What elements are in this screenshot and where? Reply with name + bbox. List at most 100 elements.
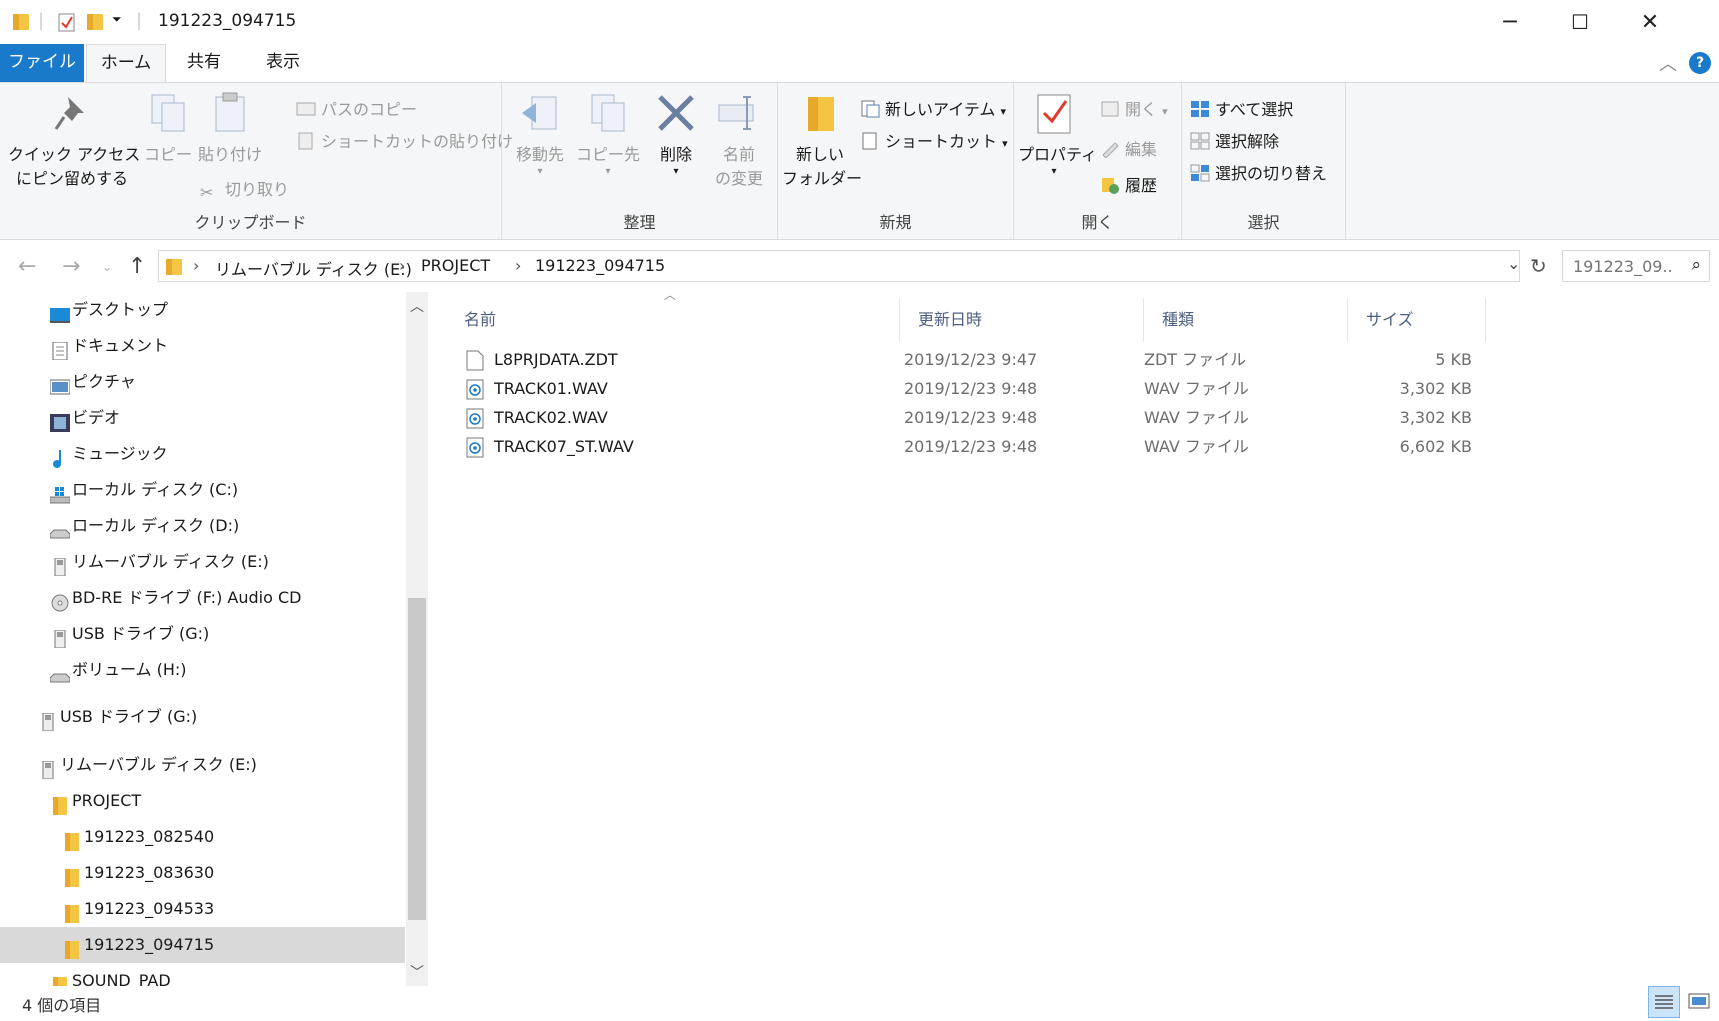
nav-item[interactable]: デスクトップ: [0, 292, 405, 328]
forward-arrow-icon[interactable]: →: [62, 254, 80, 279]
select-all-icon: [1190, 100, 1210, 118]
shortcut-icon: [860, 132, 880, 150]
back-arrow-icon[interactable]: ←: [18, 254, 36, 279]
file-date: 2019/12/23 9:48: [904, 379, 1038, 398]
paste-button[interactable]: 貼り付け: [196, 91, 264, 167]
new-item-button[interactable]: 新しいアイテム ▾: [860, 97, 1006, 123]
scroll-down-icon[interactable]: ﹀: [410, 962, 424, 982]
nav-item[interactable]: ミュージック: [0, 436, 405, 472]
nav-item[interactable]: 191223_094533: [0, 891, 405, 927]
invert-selection-button[interactable]: 選択の切り替え: [1190, 161, 1327, 187]
recent-locations-icon[interactable]: ⌄: [102, 260, 112, 274]
nav-item[interactable]: USB ドライブ (G:): [0, 616, 405, 652]
nav-item[interactable]: ビデオ: [0, 400, 405, 436]
nav-item[interactable]: 191223_094715: [0, 927, 405, 963]
breadcrumb-removable-disk[interactable]: リムーバブル ディスク (E:): [215, 256, 412, 280]
details-view-button[interactable]: [1648, 986, 1680, 1018]
file-date: 2019/12/23 9:48: [904, 408, 1038, 427]
new-folder-quick-icon[interactable]: [86, 12, 104, 32]
edit-icon: [1100, 140, 1120, 159]
history-button[interactable]: 履歴: [1100, 173, 1157, 199]
nav-item[interactable]: リムーバブル ディスク (E:): [0, 544, 405, 580]
new-folder-button[interactable]: 新しい フォルダー: [782, 91, 862, 191]
column-header-size[interactable]: サイズ: [1348, 298, 1486, 342]
copy-path-button[interactable]: パスのコピー: [296, 97, 417, 123]
navigation-pane: デスクトップ ドキュメントピクチャビデオ ミュージック ローカル ディスク (C:) ロ…: [0, 292, 428, 986]
drive-icon: [49, 661, 71, 683]
nav-item[interactable]: ローカル ディスク (C:): [0, 472, 405, 508]
properties-label: プロパティ: [1018, 145, 1098, 164]
tab-view[interactable]: 表示: [248, 44, 318, 82]
nav-item[interactable]: ドキュメント: [0, 328, 405, 364]
invert-selection-icon: [1190, 164, 1210, 182]
column-header-date[interactable]: 更新日時: [900, 298, 1144, 342]
copy-button[interactable]: コピー: [140, 91, 196, 167]
customize-quick-access-icon[interactable]: ⏷: [112, 12, 122, 27]
nav-item[interactable]: USB ドライブ (G:): [0, 699, 405, 735]
nav-item-label: リムーバブル ディスク (E:): [60, 755, 257, 774]
open-button[interactable]: 開く ▾: [1100, 97, 1168, 123]
new-item-label: 新しいアイテム: [885, 100, 996, 119]
tab-home[interactable]: ホーム: [86, 44, 166, 83]
search-box[interactable]: ⌕: [1562, 250, 1710, 282]
column-header-name[interactable]: 名前: [446, 298, 900, 342]
file-row[interactable]: TRACK01.WAV 2019/12/23 9:48 WAV ファイル 3,302 …: [446, 373, 1546, 405]
search-icon[interactable]: ⌕: [1691, 255, 1701, 275]
nav-scrollbar[interactable]: ︿ ﹀: [406, 292, 428, 986]
breadcrumb-project[interactable]: PROJECT: [421, 256, 490, 275]
tab-share[interactable]: 共有: [174, 44, 234, 82]
delete-button[interactable]: 削除 ▾: [648, 91, 704, 177]
move-to-button[interactable]: 移動先 ▾: [506, 91, 574, 177]
select-none-button[interactable]: 選択解除: [1190, 129, 1279, 155]
pin-quick-access-button[interactable]: クイック アクセス にピン留めする: [8, 91, 140, 191]
nav-item[interactable]: 191223_082540: [0, 819, 405, 855]
refresh-icon[interactable]: ↻: [1530, 254, 1547, 278]
paste-shortcut-button[interactable]: ショートカットの貼り付け: [296, 129, 513, 155]
copy-to-button[interactable]: コピー先 ▾: [574, 91, 642, 177]
nav-item[interactable]: BD-RE ドライブ (F:) Audio CD: [0, 580, 405, 616]
file-row[interactable]: TRACK02.WAV 2019/12/23 9:48 WAV ファイル 3,302 …: [446, 402, 1546, 434]
large-icons-view-button[interactable]: [1684, 986, 1716, 1018]
help-icon[interactable]: ?: [1689, 52, 1711, 74]
rename-icon: [717, 91, 761, 135]
nav-item[interactable]: リムーバブル ディスク (E:): [0, 747, 405, 783]
select-all-button[interactable]: すべて選択: [1190, 97, 1293, 123]
breadcrumb-current-folder[interactable]: 191223_094715: [535, 256, 665, 275]
nav-item-label: 191223_083630: [84, 863, 215, 882]
nav-item[interactable]: ピクチャ: [0, 364, 405, 400]
chevron-right-icon[interactable]: ›: [193, 256, 199, 275]
properties-quick-icon[interactable]: [58, 12, 76, 32]
chevron-right-icon[interactable]: ›: [515, 256, 521, 275]
tab-file[interactable]: ファイル: [0, 44, 84, 82]
minimize-button[interactable]: ─: [1475, 0, 1545, 44]
group-organize: 移動先 ▾ コピー先 ▾ 削除 ▾ 名前 の変更 整理: [502, 83, 778, 239]
close-button[interactable]: ✕: [1615, 0, 1685, 44]
search-input[interactable]: [1563, 251, 1673, 281]
edit-button[interactable]: 編集: [1100, 137, 1157, 163]
group-label-organize: 整理: [623, 213, 656, 232]
scrollbar-thumb[interactable]: [408, 598, 426, 920]
nav-item[interactable]: 191223_083630: [0, 855, 405, 891]
file-row[interactable]: L8PRJDATA.ZDT 2019/12/23 9:47 ZDT ファイル 5 KB: [446, 344, 1546, 376]
column-header-type[interactable]: 種類: [1144, 298, 1348, 342]
rename-button[interactable]: 名前 の変更: [708, 91, 770, 191]
nav-item[interactable]: SOUND_PAD: [0, 963, 405, 986]
chevron-right-icon[interactable]: ›: [399, 256, 405, 275]
cut-button[interactable]: ✂ 切り取り: [200, 177, 289, 203]
chevron-down-icon[interactable]: ⌄: [1507, 254, 1520, 273]
nav-item[interactable]: PROJECT: [0, 783, 405, 819]
nav-item-label: リムーバブル ディスク (E:): [72, 552, 269, 571]
file-row[interactable]: TRACK07_ST.WAV 2019/12/23 9:48 WAV ファイル 6,6…: [446, 431, 1546, 463]
new-folder-icon: [798, 91, 842, 135]
properties-button[interactable]: プロパティ ▾: [1018, 91, 1098, 177]
nav-item-label: ピクチャ: [72, 372, 136, 391]
nav-item[interactable]: ボリューム (H:): [0, 652, 405, 688]
collapse-ribbon-icon[interactable]: ︿: [1659, 50, 1677, 76]
maximize-button[interactable]: ☐: [1545, 0, 1615, 44]
shortcut-button[interactable]: ショートカット ▾: [860, 129, 1008, 155]
nav-item[interactable]: ローカル ディスク (D:): [0, 508, 405, 544]
up-arrow-icon[interactable]: ↑: [128, 254, 146, 279]
open-label: 開く: [1125, 100, 1158, 119]
address-bar[interactable]: › リムーバブル ディスク (E:) › PROJECT › 191223_09…: [158, 250, 1520, 282]
scroll-up-icon[interactable]: ︿: [410, 296, 424, 316]
